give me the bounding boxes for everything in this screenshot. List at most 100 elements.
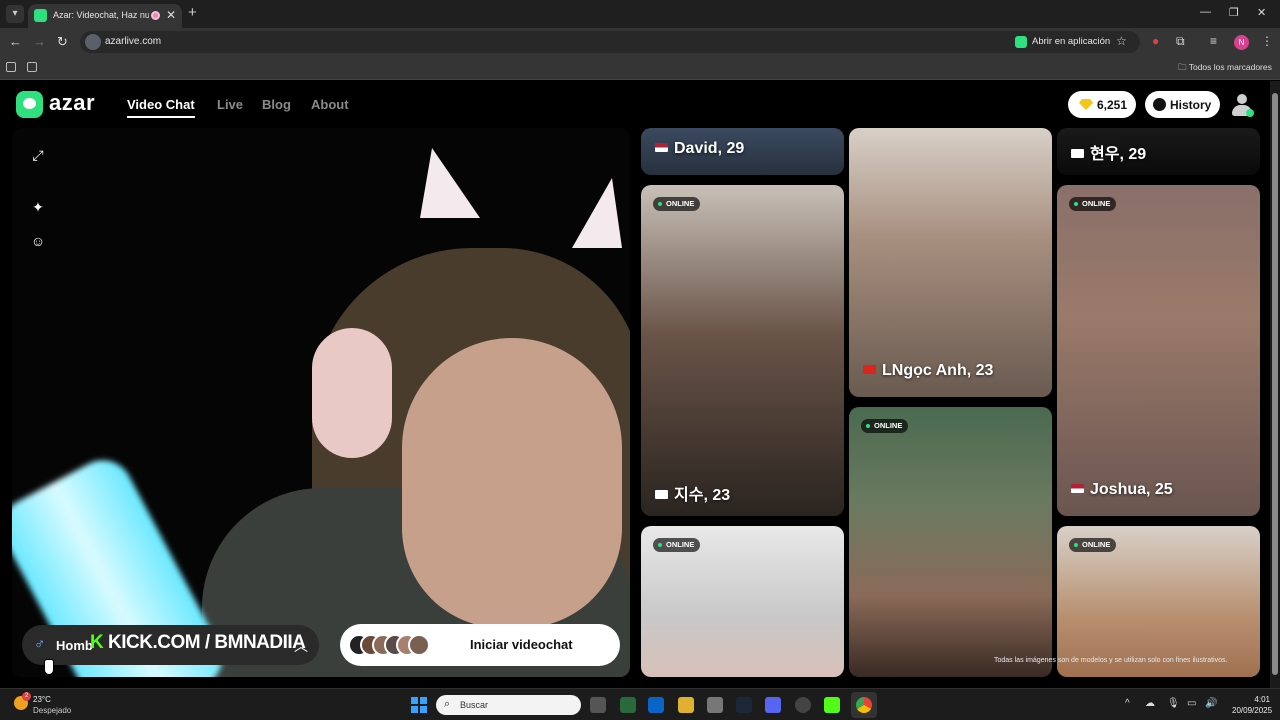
- forward-icon[interactable]: →: [33, 34, 46, 49]
- kr-flag-icon: [1071, 149, 1084, 158]
- male-icon: ♂: [34, 636, 46, 653]
- microphone-icon[interactable]: 🎙: [1167, 698, 1180, 709]
- network-icon[interactable]: ▭: [1187, 698, 1196, 709]
- address-bar[interactable]: azarlive.com Abrir en aplicación ☆: [80, 31, 1140, 53]
- azar-logo-icon[interactable]: [16, 91, 43, 118]
- video-cat-ear-right: [572, 178, 622, 248]
- back-icon[interactable]: ←: [9, 34, 22, 49]
- gem-icon: [1079, 99, 1093, 110]
- nav-about[interactable]: About: [311, 97, 349, 112]
- page-scrollbar[interactable]: [1270, 81, 1280, 688]
- browser-tab-bar: ▾ Azar: Videochat, Haz nuevos amigos ✕ +…: [0, 0, 1280, 28]
- search-icon: ⌕: [444, 698, 451, 710]
- profile-name: David, 29: [655, 140, 744, 158]
- clock-time: 4:01: [1254, 695, 1270, 704]
- windows-start-icon[interactable]: [411, 697, 427, 713]
- task-view-icon[interactable]: [590, 697, 606, 713]
- browser-menu-icon[interactable]: ⋮: [1261, 34, 1273, 48]
- open-in-app-button[interactable]: Abrir en aplicación: [1012, 33, 1116, 51]
- scrollbar-thumb[interactable]: [1272, 93, 1278, 675]
- url-text: azarlive.com: [105, 36, 162, 47]
- start-videochat-label: Iniciar videochat: [470, 637, 573, 652]
- tray-chevron-up-icon[interactable]: ^: [1125, 698, 1130, 709]
- minimize-icon[interactable]: —: [1200, 6, 1211, 18]
- extensions-puzzle-icon[interactable]: ⧉: [1176, 34, 1185, 49]
- bookmarks-bar: 🗀 Todos los marcadores: [0, 56, 1280, 80]
- discord-icon[interactable]: [765, 697, 781, 713]
- clock-date: 20/09/2025: [1232, 706, 1273, 715]
- site-info-icon[interactable]: [85, 34, 101, 50]
- profile-name: Joshua, 25: [1071, 481, 1173, 499]
- outlook-icon[interactable]: [648, 697, 664, 713]
- media-controls-icon[interactable]: ≡: [1210, 34, 1217, 48]
- vn-flag-icon: [863, 365, 876, 374]
- bookmark-star-icon[interactable]: ☆: [1116, 34, 1127, 48]
- apps-grid-icon[interactable]: [27, 62, 37, 72]
- clock-icon: [1153, 98, 1166, 111]
- expand-icon[interactable]: ⤢: [30, 147, 46, 163]
- weather-temperature[interactable]: 23°C: [33, 695, 51, 704]
- reload-icon[interactable]: ↻: [57, 34, 68, 50]
- taskbar-search-placeholder: Buscar: [460, 700, 489, 710]
- browser-toolbar: ← → ↻ azarlive.com Abrir en aplicación ☆: [0, 28, 1280, 56]
- nav-live[interactable]: Live: [217, 97, 243, 112]
- us-flag-icon: [1071, 484, 1084, 493]
- profile-card[interactable]: ONLINE: [641, 526, 844, 677]
- restore-icon[interactable]: ❐: [1229, 6, 1239, 19]
- profile-card[interactable]: ONLINE Joshua, 25: [1057, 185, 1260, 516]
- store-icon[interactable]: [620, 697, 636, 713]
- history-label: History: [1170, 98, 1212, 112]
- online-badge: ONLINE: [1069, 197, 1117, 211]
- azar-app-icon: [1015, 36, 1027, 48]
- history-button[interactable]: History: [1145, 91, 1220, 118]
- steam-icon[interactable]: [736, 697, 752, 713]
- profile-avatar[interactable]: N: [1234, 35, 1249, 50]
- azar-page: azar Video Chat Live Blog About 6,251 Hi…: [0, 81, 1270, 688]
- disclaimer-text: Todas las imágenes son de modelos y se u…: [994, 657, 1228, 664]
- bookmark-page-icon[interactable]: [6, 62, 16, 72]
- gems-balance-button[interactable]: 6,251: [1068, 91, 1136, 118]
- profile-name: 현우, 29: [1071, 140, 1146, 164]
- webcam-video-panel: ⤢ ✦ ☺ ♂ Homb K KICK.COM / BMNADIIA ︿ Ini…: [12, 128, 630, 677]
- weather-condition[interactable]: Despejado: [33, 706, 71, 715]
- new-tab-button[interactable]: +: [188, 4, 197, 21]
- gender-filter-button[interactable]: ♂ Homb K KICK.COM / BMNADIIA ︿: [22, 625, 319, 665]
- taskbar-search[interactable]: ⌕ Buscar: [436, 695, 581, 715]
- nav-active-underline: [127, 116, 195, 118]
- tab-search-button[interactable]: ▾: [6, 5, 24, 23]
- us-flag-icon: [655, 143, 668, 152]
- close-window-icon[interactable]: ✕: [1257, 6, 1266, 19]
- mouse-cursor: [44, 659, 54, 675]
- profile-card[interactable]: ONLINE: [849, 407, 1052, 677]
- photos-icon[interactable]: [707, 697, 723, 713]
- active-tab[interactable]: Azar: Videochat, Haz nuevos amigos ✕: [28, 4, 182, 28]
- file-explorer-icon[interactable]: [678, 697, 694, 713]
- nav-blog[interactable]: Blog: [262, 97, 291, 112]
- profile-card[interactable]: ONLINE 지수, 23: [641, 185, 844, 516]
- profile-card[interactable]: 현우, 29: [1057, 128, 1260, 175]
- effects-sparkle-icon[interactable]: ✦: [30, 199, 46, 215]
- start-videochat-button[interactable]: Iniciar videochat: [340, 624, 620, 666]
- video-person-face: [402, 338, 622, 628]
- open-in-app-label: Abrir en aplicación: [1032, 36, 1111, 47]
- volume-icon[interactable]: 🔊: [1205, 698, 1217, 709]
- kick-app-icon[interactable]: [824, 697, 840, 713]
- online-badge: ONLINE: [653, 538, 701, 552]
- avatar: [408, 634, 430, 656]
- tab-close-icon[interactable]: ✕: [166, 8, 176, 22]
- onedrive-cloud-icon[interactable]: ☁: [1145, 698, 1155, 709]
- extension-icon[interactable]: ●: [1152, 34, 1159, 48]
- azar-favicon-icon: [34, 9, 47, 22]
- all-bookmarks-button[interactable]: 🗀 Todos los marcadores: [1178, 62, 1272, 76]
- nav-video-chat[interactable]: Video Chat: [127, 97, 195, 112]
- logo-text[interactable]: azar: [49, 90, 95, 116]
- face-filter-icon[interactable]: ☺: [30, 233, 46, 249]
- obs-icon[interactable]: [795, 697, 811, 713]
- profile-card[interactable]: ONLINE: [1057, 526, 1260, 677]
- user-profile-icon[interactable]: [1230, 93, 1254, 117]
- profile-card[interactable]: David, 29: [641, 128, 844, 175]
- profile-card[interactable]: LNgọc Anh, 23: [849, 128, 1052, 397]
- system-clock[interactable]: 4:01 20/09/2025: [1232, 694, 1273, 716]
- online-badge: ONLINE: [653, 197, 701, 211]
- chrome-icon[interactable]: [856, 697, 872, 713]
